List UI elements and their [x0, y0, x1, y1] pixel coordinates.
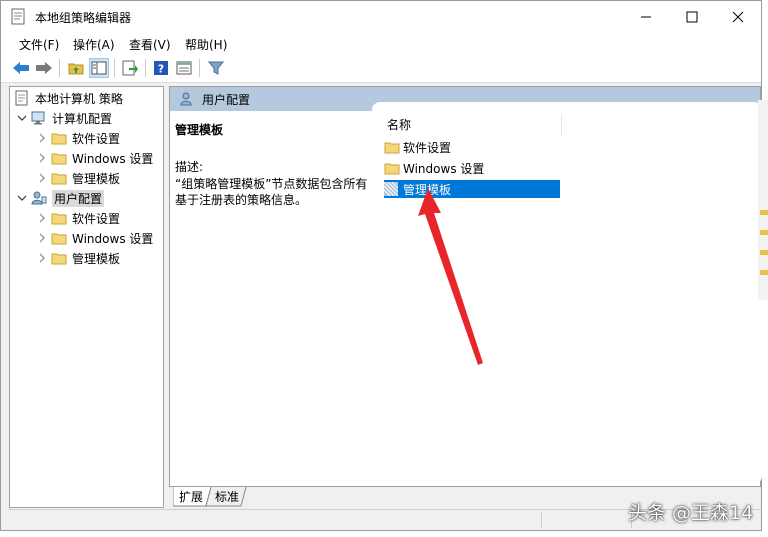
annotation-arrow [418, 188, 483, 365]
watermark-text: 头条 @王森14 [628, 502, 754, 524]
